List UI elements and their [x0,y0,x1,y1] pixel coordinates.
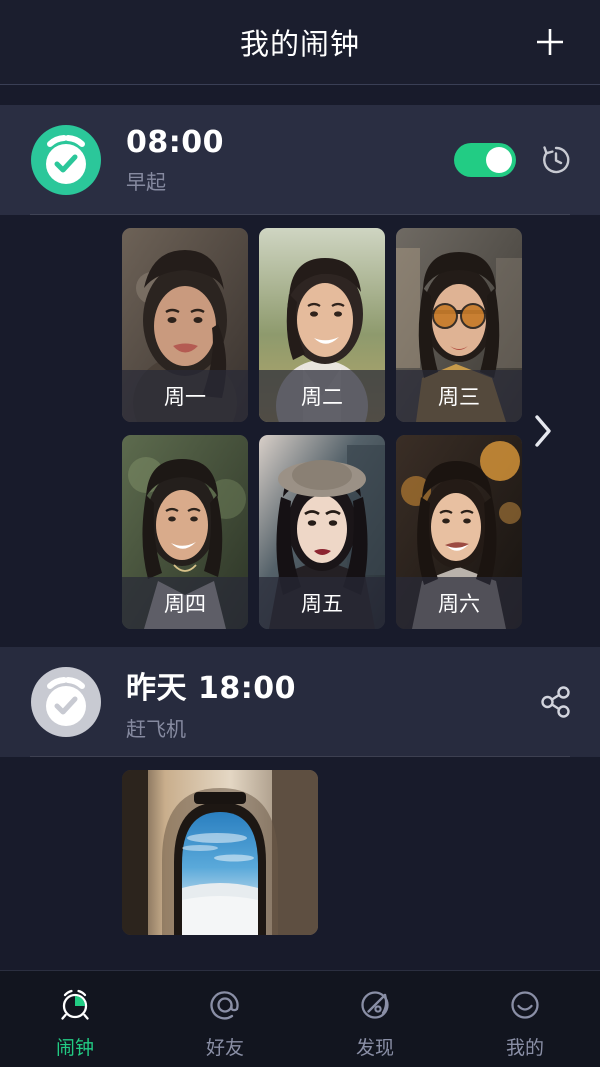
flight-photo-card[interactable] [122,770,318,935]
day-cards-section: 周一 周二 周三 周四 周五 周六 [0,215,600,647]
app-header: 我的闹钟 [0,0,600,85]
day-card-label: 周一 [122,370,248,422]
tab-alarm[interactable]: 闹钟 [0,985,150,1060]
alarm-clock-icon [55,985,95,1025]
airplane-window-photo [122,770,318,935]
smiley-face-icon [505,985,545,1025]
tab-label: 我的 [505,1037,544,1059]
history-button[interactable] [538,142,574,178]
day-card[interactable]: 周四 [122,435,248,629]
alarm-time: 08:00 [126,125,224,160]
chevron-right-icon [535,415,551,447]
tab-profile[interactable]: 我的 [450,985,600,1060]
tab-discover[interactable]: 发现 [300,985,450,1060]
day-card[interactable]: 周六 [396,435,522,629]
day-cards-grid: 周一 周二 周三 周四 周五 周六 [0,228,600,629]
alarm-clock-icon-inactive [30,666,102,738]
day-card[interactable]: 周二 [259,228,385,422]
day-card-label: 周六 [396,577,522,629]
page-title: 我的闹钟 [239,27,360,61]
alarm-label: 赶飞机 [126,716,186,741]
compass-icon [355,985,395,1025]
alarm-time: 昨天 18:00 [126,670,296,706]
alarm-row-active[interactable]: 08:00 早起 [0,105,600,215]
alarm-row-inactive[interactable]: 昨天 18:00 赶飞机 [0,647,600,757]
alarm-actions [454,142,574,178]
day-card[interactable]: 周一 [122,228,248,422]
plus-icon [537,29,563,55]
day-card-label: 周四 [122,577,248,629]
day-card-label: 周五 [259,577,385,629]
day-card-label: 周三 [396,370,522,422]
toggle-knob [486,147,512,173]
alarm-actions [538,684,574,720]
history-icon [543,146,570,174]
tab-friends[interactable]: 好友 [150,985,300,1060]
day-card-label: 周二 [259,370,385,422]
at-sign-icon [205,985,245,1025]
add-alarm-button[interactable] [528,20,572,64]
day-cards-row: 周一 周二 周三 [122,228,600,422]
alarm-text-group: 昨天 18:00 赶飞机 [126,663,538,742]
alarm-label: 早起 [126,170,166,194]
share-icon [541,686,570,718]
day-cards-row: 周四 周五 周六 [122,435,600,629]
tab-label: 发现 [355,1037,394,1059]
tab-label: 好友 [205,1037,244,1059]
alarm-toggle-switch[interactable] [454,143,516,177]
alarm-clock-icon-active [30,124,102,196]
day-card[interactable]: 周五 [259,435,385,629]
header-gap [0,85,600,105]
tab-label: 闹钟 [55,1037,94,1059]
share-button[interactable] [538,684,574,720]
flight-photo-section [0,757,600,970]
app-root: 我的闹钟 08:00 早起 周一 周二 周三 周四 周五 周六 昨天 18:00… [0,0,600,1067]
alarm-text-group: 08:00 早起 [126,125,454,195]
bottom-tabbar: 闹钟 好友 发现 我的 [0,970,600,1067]
day-card[interactable]: 周三 [396,228,522,422]
next-page-button[interactable] [528,406,558,456]
